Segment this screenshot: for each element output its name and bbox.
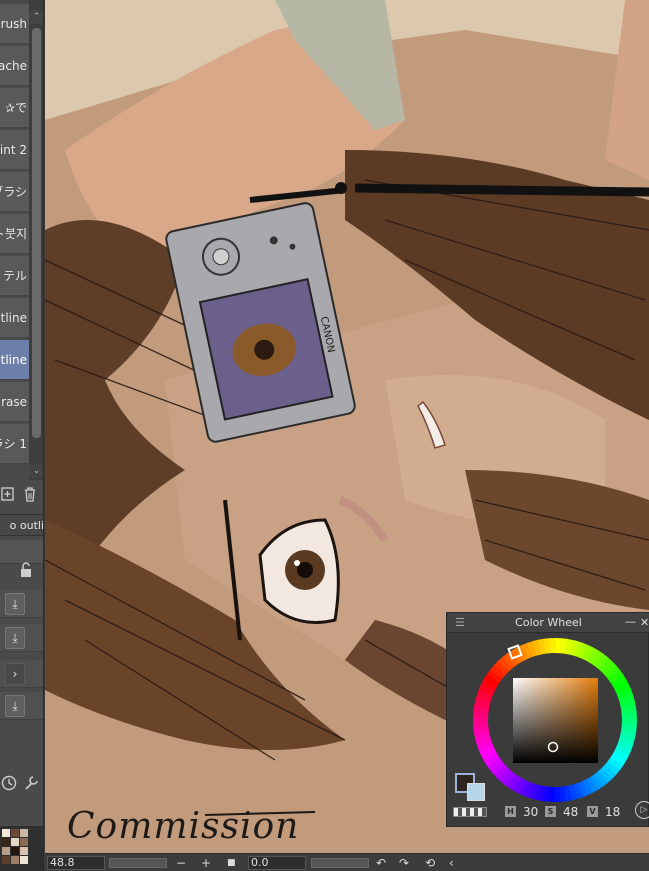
transparent-color-swatch[interactable] bbox=[453, 807, 487, 817]
rotation-slider[interactable] bbox=[311, 858, 369, 868]
brush-item[interactable]: rush bbox=[0, 4, 29, 44]
download-icon[interactable]: ⤓ bbox=[5, 593, 25, 615]
trash-icon[interactable] bbox=[22, 485, 38, 507]
zoom-in-button[interactable]: + bbox=[201, 855, 211, 871]
download-icon[interactable]: ⤓ bbox=[5, 695, 25, 717]
brush-item-selected[interactable]: utline bbox=[0, 340, 29, 380]
minimize-icon[interactable]: — bbox=[625, 613, 636, 631]
chevron-right-icon[interactable]: › bbox=[5, 663, 25, 685]
sub-color-swatch[interactable] bbox=[467, 783, 485, 801]
color-swatches[interactable] bbox=[0, 826, 43, 871]
color-wheel-panel: ☰ Color Wheel — ✕ H 30 S 48 V 18 ▷ bbox=[446, 612, 649, 827]
rotate-right-icon[interactable]: ↷ bbox=[399, 855, 409, 871]
rotation-angle-input[interactable]: 0.0 bbox=[248, 856, 306, 870]
stop-icon[interactable]: ■ bbox=[227, 855, 236, 871]
v-label: V bbox=[587, 806, 598, 817]
brush-item[interactable]: ラシ 1 bbox=[0, 424, 29, 464]
brush-scrollbar[interactable]: ⌃ ⌄ bbox=[29, 0, 43, 480]
property-row: ⤓ bbox=[0, 624, 43, 652]
property-row: ⤓ bbox=[0, 692, 43, 720]
sub-tool-name: o outli bbox=[0, 514, 43, 536]
brush-item[interactable]: ブラシ bbox=[0, 172, 29, 212]
v-value[interactable]: 18 bbox=[605, 803, 620, 821]
lock-icon[interactable] bbox=[18, 562, 34, 584]
close-icon[interactable]: ✕ bbox=[640, 613, 649, 633]
canvas-status-bar: 48.8 − + ■ 0.0 ↶ ↷ ⟲ ‹ bbox=[45, 853, 649, 871]
brush-panel: rush ache で✰ int 2 ブラシ ト붓지 テル utline utl… bbox=[0, 0, 44, 871]
rotate-left-icon[interactable]: ↶ bbox=[376, 855, 386, 871]
h-value[interactable]: 30 bbox=[523, 803, 538, 821]
s-value[interactable]: 48 bbox=[563, 803, 578, 821]
hue-segment[interactable] bbox=[554, 786, 561, 802]
scroll-thumb[interactable] bbox=[32, 28, 41, 438]
hue-segment[interactable] bbox=[549, 638, 556, 654]
property-row: ⤓ bbox=[0, 590, 43, 618]
wrench-icon[interactable] bbox=[22, 774, 40, 796]
s-label: S bbox=[545, 806, 556, 817]
h-label: H bbox=[505, 806, 516, 817]
brush-item[interactable]: utline bbox=[0, 298, 29, 338]
zoom-input[interactable]: 48.8 bbox=[47, 856, 105, 870]
color-wheel-titlebar[interactable]: ☰ Color Wheel — ✕ bbox=[447, 613, 649, 633]
brush-item[interactable]: int 2 bbox=[0, 130, 29, 170]
zoom-slider[interactable] bbox=[109, 858, 167, 868]
brush-item[interactable]: ト붓지 bbox=[0, 214, 29, 254]
property-row bbox=[0, 540, 43, 564]
collapse-icon[interactable]: ‹ bbox=[449, 855, 454, 871]
hue-ring[interactable] bbox=[472, 637, 638, 803]
clock-icon[interactable] bbox=[0, 774, 18, 796]
brush-item[interactable]: テル bbox=[0, 256, 29, 296]
play-icon[interactable]: ▷ bbox=[635, 801, 649, 819]
watermark-text: Commission bbox=[67, 806, 300, 847]
add-brush-icon[interactable] bbox=[0, 485, 16, 507]
brush-item[interactable]: ache bbox=[0, 46, 29, 86]
property-row: › bbox=[0, 660, 43, 688]
reset-rotation-icon[interactable]: ⟲ bbox=[425, 855, 435, 871]
download-icon[interactable]: ⤓ bbox=[5, 627, 25, 649]
scroll-up-icon[interactable]: ⌃ bbox=[29, 10, 43, 24]
panel-title: Color Wheel bbox=[515, 616, 582, 629]
zoom-out-button[interactable]: − bbox=[176, 855, 186, 871]
brush-item[interactable]: で✰ bbox=[0, 88, 29, 128]
brush-item[interactable]: rase bbox=[0, 382, 29, 422]
scroll-down-icon[interactable]: ⌄ bbox=[29, 464, 43, 478]
